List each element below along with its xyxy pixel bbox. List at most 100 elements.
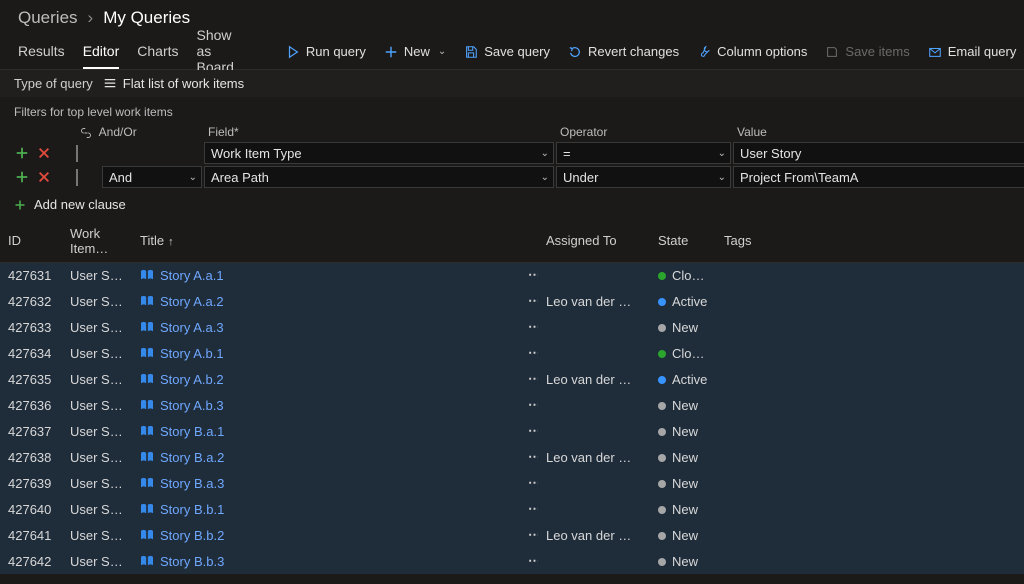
- table-row[interactable]: 427632User StoryStory A.a.2⋯Leo van der …: [0, 288, 1024, 314]
- table-row[interactable]: 427636User StoryStory A.b.3⋯New: [0, 392, 1024, 418]
- state-dot-icon: [658, 506, 666, 514]
- work-item-title-link[interactable]: Story A.a.3: [160, 320, 224, 335]
- user-story-icon: [140, 425, 154, 437]
- cell-row-menu[interactable]: ⋯: [520, 418, 538, 444]
- user-story-icon: [140, 477, 154, 489]
- cell-assigned-to: Leo van der Meulen: [538, 288, 650, 314]
- cell-assigned-to: [538, 262, 650, 288]
- type-of-query-selector[interactable]: Flat list of work items: [103, 76, 244, 91]
- operator-dropdown[interactable]: Under⌄: [556, 166, 731, 188]
- email-query-button[interactable]: Email query: [928, 44, 1017, 59]
- cell-state: New: [650, 314, 716, 340]
- col-work-item-type[interactable]: Work Item…: [62, 220, 132, 263]
- work-item-title-link[interactable]: Story B.a.3: [160, 476, 224, 491]
- tab-editor[interactable]: Editor: [83, 34, 120, 69]
- field-value: Work Item Type: [211, 146, 302, 161]
- revert-changes-button[interactable]: Revert changes: [568, 44, 679, 59]
- table-row[interactable]: 427631User StoryStory A.a.1⋯Closed: [0, 262, 1024, 288]
- col-state[interactable]: State: [650, 220, 716, 263]
- value-input[interactable]: User Story: [733, 142, 1024, 164]
- filter-head-value: Value: [733, 125, 1024, 139]
- work-item-title-link[interactable]: Story A.a.2: [160, 294, 224, 309]
- col-title[interactable]: Title↑: [132, 220, 520, 263]
- field-dropdown[interactable]: Work Item Type⌄: [204, 142, 554, 164]
- cell-row-menu[interactable]: ⋯: [520, 548, 538, 574]
- col-assigned-to[interactable]: Assigned To: [538, 220, 650, 263]
- cell-state: New: [650, 522, 716, 548]
- work-item-title-link[interactable]: Story A.b.2: [160, 372, 224, 387]
- work-item-title-link[interactable]: Story B.a.1: [160, 424, 224, 439]
- tab-results[interactable]: Results: [18, 34, 65, 69]
- work-item-title-link[interactable]: Story B.b.1: [160, 502, 224, 517]
- col-id[interactable]: ID: [0, 220, 62, 263]
- cell-row-menu[interactable]: ⋯: [520, 288, 538, 314]
- work-item-title-link[interactable]: Story A.a.1: [160, 268, 224, 283]
- table-row[interactable]: 427642User StoryStory B.b.3⋯New: [0, 548, 1024, 574]
- clause-checkbox[interactable]: [76, 145, 78, 162]
- cell-assigned-to: [538, 496, 650, 522]
- run-query-button[interactable]: Run query: [286, 44, 366, 59]
- work-item-title-link[interactable]: Story B.a.2: [160, 450, 224, 465]
- operator-value: =: [563, 146, 571, 161]
- col-tags[interactable]: Tags: [716, 220, 1024, 263]
- cell-title: Story B.a.2: [132, 444, 520, 470]
- work-item-title-link[interactable]: Story A.b.1: [160, 346, 224, 361]
- andor-dropdown[interactable]: And⌄: [102, 166, 202, 188]
- table-row[interactable]: 427640User StoryStory B.b.1⋯New: [0, 496, 1024, 522]
- column-options-button[interactable]: Column options: [697, 44, 807, 59]
- value-input[interactable]: Project From\TeamA: [733, 166, 1024, 188]
- breadcrumb-parent[interactable]: Queries: [18, 8, 78, 28]
- save-query-button[interactable]: Save query: [464, 44, 550, 59]
- clause-checkbox[interactable]: [76, 169, 78, 186]
- new-button[interactable]: New ⌄: [384, 44, 446, 59]
- table-row[interactable]: 427641User StoryStory B.b.2⋯Leo van der …: [0, 522, 1024, 548]
- new-label: New: [404, 44, 430, 59]
- cell-row-menu[interactable]: ⋯: [520, 314, 538, 340]
- remove-clause-button[interactable]: [36, 169, 52, 185]
- breadcrumb-current[interactable]: My Queries: [103, 8, 190, 28]
- type-of-query-label: Type of query: [14, 76, 93, 91]
- user-story-icon: [140, 269, 154, 281]
- breadcrumb: Queries › My Queries: [0, 0, 1024, 34]
- table-row[interactable]: 427633User StoryStory A.a.3⋯New: [0, 314, 1024, 340]
- cell-row-menu[interactable]: ⋯: [520, 366, 538, 392]
- cell-tags: [716, 522, 1024, 548]
- cell-work-item-type: User Story: [62, 366, 132, 392]
- tab-charts[interactable]: Charts: [137, 34, 178, 69]
- cell-work-item-type: User Story: [62, 444, 132, 470]
- remove-clause-button[interactable]: [36, 145, 52, 161]
- more-icon: ⋯: [528, 475, 538, 490]
- user-story-icon: [140, 295, 154, 307]
- work-item-title-link[interactable]: Story A.b.3: [160, 398, 224, 413]
- cell-row-menu[interactable]: ⋯: [520, 262, 538, 288]
- cell-row-menu[interactable]: ⋯: [520, 444, 538, 470]
- table-row[interactable]: 427635User StoryStory A.b.2⋯Leo van der …: [0, 366, 1024, 392]
- cell-row-menu[interactable]: ⋯: [520, 496, 538, 522]
- cell-assigned-to: Leo van der Meulen: [538, 444, 650, 470]
- add-new-clause-button[interactable]: Add new clause: [14, 197, 126, 212]
- table-row[interactable]: 427634User StoryStory A.b.1⋯Closed: [0, 340, 1024, 366]
- cell-row-menu[interactable]: ⋯: [520, 392, 538, 418]
- cell-row-menu[interactable]: ⋯: [520, 470, 538, 496]
- cell-tags: [716, 470, 1024, 496]
- more-icon: ⋯: [528, 397, 538, 412]
- operator-dropdown[interactable]: =⌄: [556, 142, 731, 164]
- cell-row-menu[interactable]: ⋯: [520, 340, 538, 366]
- work-item-title-link[interactable]: Story B.b.3: [160, 554, 224, 569]
- table-row[interactable]: 427638User Story Story B.a.2 ⋯Leo van der …: [0, 444, 1024, 470]
- cell-row-menu[interactable]: ⋯: [520, 522, 538, 548]
- field-value: Area Path: [211, 170, 269, 185]
- field-dropdown[interactable]: Area Path⌄: [204, 166, 554, 188]
- work-item-title-link[interactable]: Story B.b.2: [160, 528, 224, 543]
- cell-work-item-type: User Story: [62, 288, 132, 314]
- tab-show-as-board[interactable]: Show as Board: [197, 34, 234, 69]
- cell-id: 427638: [0, 444, 62, 470]
- state-dot-icon: [658, 350, 666, 358]
- add-clause-button[interactable]: [14, 169, 30, 185]
- table-row[interactable]: 427639User StoryStory B.a.3⋯New: [0, 470, 1024, 496]
- state-dot-icon: [658, 298, 666, 306]
- cell-title: Story A.a.1: [132, 262, 520, 288]
- add-clause-button[interactable]: [14, 145, 30, 161]
- mail-icon: [928, 45, 942, 59]
- table-row[interactable]: 427637User StoryStory B.a.1⋯New: [0, 418, 1024, 444]
